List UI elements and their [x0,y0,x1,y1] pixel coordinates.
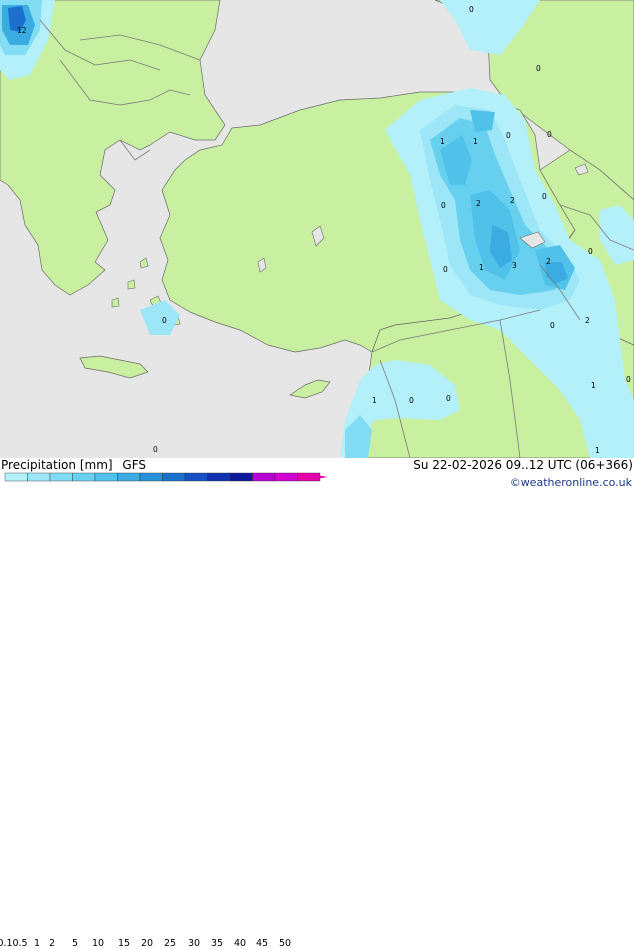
legend-tick-label: 0.5 [12,938,28,949]
legend-swatch [139,472,163,482]
map-label: 0 [443,265,448,274]
map-label: 0 [441,201,446,210]
map-label: 2 [546,257,551,266]
map-label: 0 [626,375,631,384]
legend-tick-label: 10 [91,938,105,949]
credit-text: ©weatheronline.co.uk [509,476,632,489]
map-label: 1 [372,396,377,405]
legend-tick-label: 20 [140,938,154,949]
map-label: 0 [446,394,451,403]
legend-tick-label: 1 [33,938,41,949]
product-title: Precipitation [mm] GFS [1,458,146,472]
legend-swatch [229,472,253,482]
map-label: 0 [542,192,547,201]
legend-tick-label: 40 [233,938,247,949]
map-label: 2 [476,199,481,208]
map-label: 1 [440,137,445,146]
legend-swatch [184,472,208,482]
model-name: GFS [122,458,146,472]
precipitation-map: 12 0 0 1 1 0 0 2 2 0 0 1 3 2 0 0 0 2 0 1… [0,0,634,458]
map-label: 2 [510,196,515,205]
map-label: 0 [153,445,158,454]
map-label: 1 [479,263,484,272]
map-label: 0 [469,5,474,14]
legend-swatch [274,472,298,482]
map-label: 12 [17,26,27,35]
legend-swatch [27,472,51,482]
map-label: 1 [473,137,478,146]
legend-tick-label: 35 [210,938,224,949]
map-label: 0 [547,130,552,139]
legend-swatch [252,472,276,482]
legend-swatch [162,472,186,482]
legend-swatch [72,472,96,482]
legend-swatch [207,472,231,482]
legend-swatch [117,472,141,482]
map-label: 0 [162,316,167,325]
precip-title: Precipitation [mm] [1,458,113,472]
map-label: 0 [409,396,414,405]
legend-swatch [94,472,118,482]
map-footer: Precipitation [mm] GFS Su 22-02-2026 09.… [0,458,634,949]
map-label: 1 [591,381,596,390]
legend-swatch [4,472,28,482]
map-label: 1 [595,446,600,455]
map-label: 3 [512,261,517,270]
legend-swatch [49,472,73,482]
legend-tick-label: 2 [48,938,56,949]
map-label: 0 [588,247,593,256]
legend-tick-label: 25 [163,938,177,949]
legend-tick-label: 5 [71,938,79,949]
map-label: 2 [585,316,590,325]
map-label: 0 [550,321,555,330]
map-label: 0 [506,131,511,140]
map-label: 0 [536,64,541,73]
legend-tick-label: 0.1 [0,938,13,949]
legend-tick-label: 50 [278,938,292,949]
legend-tick-label: 15 [117,938,131,949]
legend-tick-label: 45 [255,938,269,949]
valid-time: Su 22-02-2026 09..12 UTC (06+366) [413,458,633,472]
legend-colorbar [4,472,328,482]
legend-tick-label: 30 [187,938,201,949]
